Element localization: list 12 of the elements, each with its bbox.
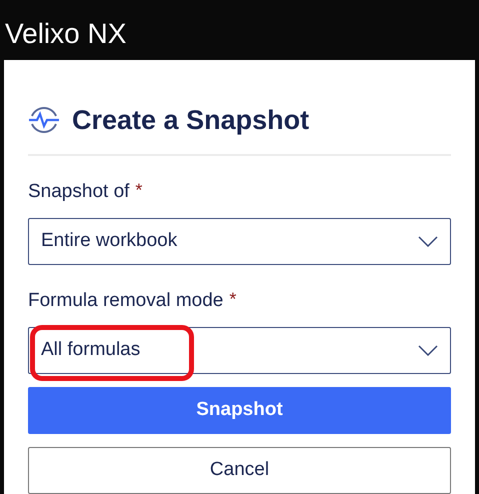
window-title: Velixo NX xyxy=(5,16,126,51)
required-mark: * xyxy=(135,180,142,200)
chevron-down-icon xyxy=(418,236,438,247)
field-label: Snapshot of xyxy=(28,180,130,204)
chevron-down-icon xyxy=(418,345,438,356)
cancel-button[interactable]: Cancel xyxy=(28,447,451,494)
snapshot-button[interactable]: Snapshot xyxy=(28,387,451,434)
dropdown-field[interactable]: All formulas xyxy=(28,327,451,374)
field-label: Formula removal mode xyxy=(28,289,224,313)
dialog-title: Create a Snapshot xyxy=(72,104,310,137)
required-mark: * xyxy=(229,289,236,309)
dropdown-field[interactable]: Entire workbook xyxy=(28,218,451,265)
